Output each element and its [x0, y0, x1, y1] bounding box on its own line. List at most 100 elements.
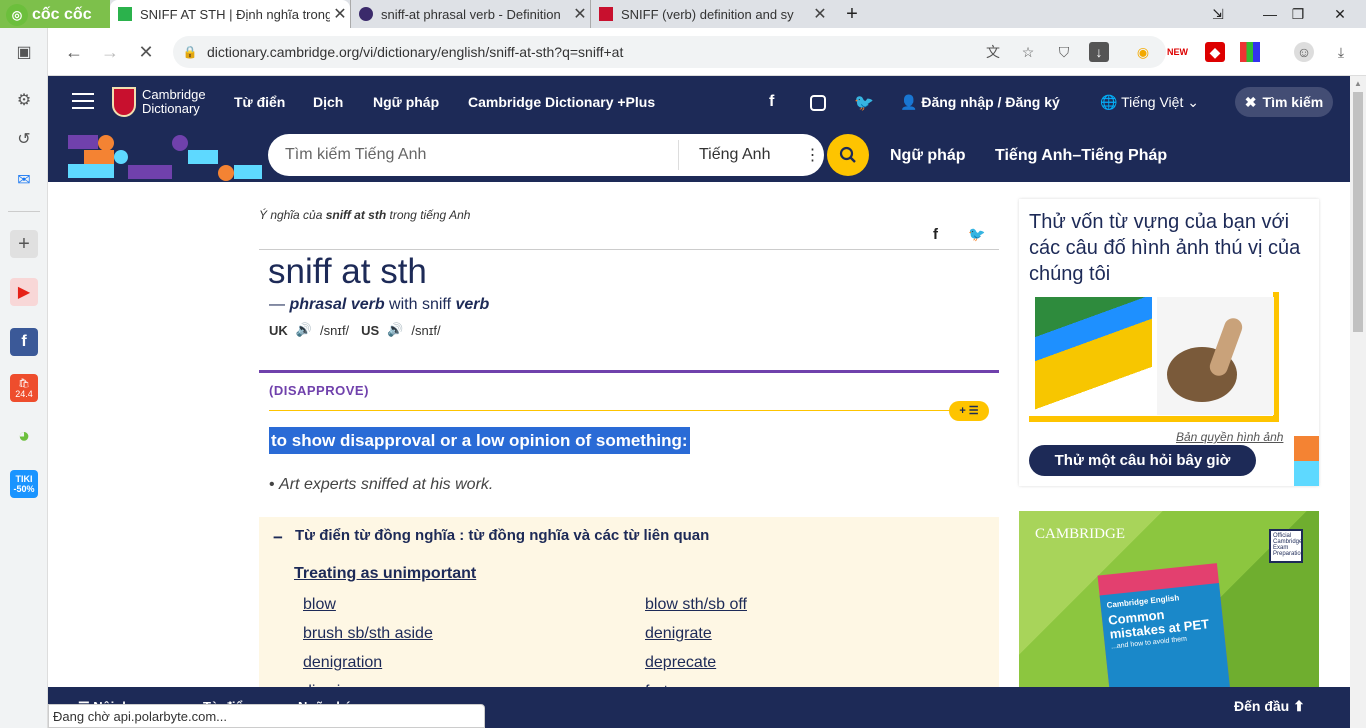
- meaning-breadcrumb: Ý nghĩa của sniff at sth trong tiếng Anh: [259, 208, 470, 222]
- browser-sidebar: ▣ ⚙ ↺ ✉ + ▶ f 🛍 24.4 ◕ TIKI -50%: [0, 28, 48, 728]
- sidebar-toggle-icon[interactable]: ▣: [10, 38, 38, 66]
- book-cover: Cambridge English Common mistakes at PET…: [1097, 563, 1231, 691]
- gear-icon[interactable]: ⚙: [10, 86, 38, 114]
- tab-3[interactable]: SNIFF (verb) definition and sy ✕: [590, 0, 830, 28]
- add-app-icon[interactable]: +: [10, 230, 38, 258]
- twitter-icon[interactable]: 🐦: [854, 93, 874, 113]
- tiki-icon[interactable]: TIKI -50%: [10, 470, 38, 498]
- image-credit-link[interactable]: Bản quyền hình ảnh: [1176, 430, 1283, 444]
- history-icon[interactable]: ↺: [10, 125, 38, 153]
- searchbar-grammar-link[interactable]: Ngữ pháp: [890, 147, 966, 165]
- uk-label: UK: [269, 322, 288, 338]
- red-extension-icon[interactable]: ◆: [1205, 42, 1225, 62]
- share-facebook-icon[interactable]: f: [933, 226, 938, 243]
- window-close-icon[interactable]: ✕: [1320, 0, 1360, 28]
- scroll-up-icon[interactable]: ▲: [1354, 79, 1362, 88]
- share-twitter-icon[interactable]: 🐦: [968, 226, 985, 243]
- thesaurus-word[interactable]: brush sb/sth aside: [303, 625, 433, 643]
- status-bar: Đang chờ api.polarbyte.com...: [48, 704, 485, 728]
- close-tab-icon[interactable]: ✕: [810, 4, 830, 24]
- thesaurus-word[interactable]: blow sth/sb off: [645, 596, 747, 614]
- nav-plus[interactable]: Cambridge Dictionary +Plus: [468, 94, 655, 110]
- close-icon: ✖: [1244, 93, 1257, 110]
- language-label: Tiếng Việt: [1121, 94, 1184, 110]
- back-icon[interactable]: ←: [62, 40, 86, 64]
- thesaurus-word[interactable]: denigration: [303, 654, 382, 672]
- meaning-prefix: Ý nghĩa của: [259, 208, 326, 222]
- shopee-icon[interactable]: 🛍 24.4: [10, 374, 38, 402]
- nav-grammar[interactable]: Ngữ pháp: [373, 94, 439, 110]
- new-tab-button[interactable]: +: [832, 0, 872, 28]
- download-page-icon[interactable]: ↓: [1089, 42, 1109, 62]
- url-text[interactable]: dictionary.cambridge.org/vi/dictionary/e…: [207, 44, 623, 60]
- language-selector[interactable]: 🌐 Tiếng Việt ⌄: [1100, 94, 1199, 111]
- facebook-icon[interactable]: f: [769, 93, 774, 111]
- cambridge-shield-icon: [112, 87, 136, 117]
- login-label: Đăng nhập / Đăng ký: [921, 94, 1060, 110]
- shield-icon[interactable]: ⛉: [1054, 42, 1074, 62]
- search-placeholder[interactable]: Tìm kiếm Tiếng Anh: [268, 146, 678, 164]
- login-link[interactable]: 👤 Đăng nhập / Đăng ký: [900, 94, 1060, 111]
- site-header: Cambridge Dictionary Từ điển Dịch Ngữ phá…: [48, 76, 1350, 129]
- search-toggle-button[interactable]: ✖ Tìm kiếm: [1235, 87, 1333, 117]
- logo-line1: Cambridge: [142, 87, 206, 102]
- coccoc-extension-icon[interactable]: ◉: [1133, 42, 1153, 62]
- cashback-icon[interactable]: ◕: [10, 422, 38, 450]
- uk-audio-icon[interactable]: 🔊: [296, 322, 312, 338]
- collapse-icon[interactable]: −: [273, 528, 283, 548]
- close-tab-icon[interactable]: ✕: [330, 4, 350, 24]
- tab-strip: ◎ cốc cốc SNIFF AT STH | Định nghĩa trong…: [0, 0, 1366, 28]
- snail-image: [1157, 297, 1274, 415]
- searchbar-english-french-link[interactable]: Tiếng Anh–Tiếng Pháp: [995, 147, 1167, 165]
- search-input[interactable]: Tìm kiếm Tiếng Anh Tiếng Anh ⋮: [268, 134, 824, 176]
- thesaurus-title: Từ điển từ đồng nghĩa : từ đồng nghĩa và…: [295, 527, 710, 544]
- tab-2[interactable]: sniff-at phrasal verb - Definition ✕: [350, 0, 590, 28]
- meaning-word: sniff at sth: [325, 208, 387, 222]
- thesaurus-word[interactable]: blow: [303, 596, 336, 614]
- tiki-badge: TIKI -50%: [13, 474, 35, 494]
- scroll-thumb[interactable]: [1353, 92, 1363, 332]
- browser-brand[interactable]: ◎ cốc cốc: [0, 0, 110, 28]
- try-quiz-button[interactable]: Thử một câu hỏi bây giờ: [1029, 445, 1256, 476]
- thesaurus-word[interactable]: deprecate: [645, 654, 716, 672]
- hamburger-menu-icon[interactable]: [72, 93, 94, 111]
- cambridge-logo[interactable]: Cambridge Dictionary: [112, 87, 206, 117]
- pronunciation: UK 🔊 /snɪf/ US 🔊 /snɪf/: [269, 322, 441, 338]
- quiz-image-frame[interactable]: [1029, 292, 1279, 422]
- guideword: (DISAPPROVE): [269, 383, 369, 398]
- youtube-icon[interactable]: ▶: [10, 278, 38, 306]
- nav-dictionary[interactable]: Từ điển: [234, 94, 285, 110]
- dictionary-select[interactable]: Tiếng Anh ⋮: [678, 140, 824, 170]
- close-tab-icon[interactable]: ✕: [570, 4, 590, 24]
- definition: to show disapproval or a low opinion of …: [269, 427, 690, 454]
- translate-icon[interactable]: 文: [983, 42, 1003, 62]
- tab-active[interactable]: SNIFF AT STH | Định nghĩa trong ✕: [110, 0, 350, 28]
- downloads-icon[interactable]: ⤓: [1331, 42, 1351, 62]
- restore-icon[interactable]: ❐: [1278, 0, 1318, 28]
- sense-divider: [269, 410, 957, 411]
- thesaurus-word[interactable]: denigrate: [645, 625, 712, 643]
- uk-ipa: /snɪf/: [319, 322, 350, 338]
- star-icon[interactable]: ☆: [1018, 42, 1038, 62]
- back-to-top-link[interactable]: Đến đầu ⬆: [1234, 698, 1305, 715]
- lock-icon: 🔒: [182, 45, 198, 59]
- avatar[interactable]: ☺: [1294, 42, 1314, 62]
- colorful-extension-icon[interactable]: [1240, 42, 1260, 62]
- instagram-icon[interactable]: [810, 95, 826, 111]
- scrollbar[interactable]: ▲: [1350, 76, 1366, 728]
- messenger-icon[interactable]: ✉: [10, 166, 38, 194]
- thesaurus-heading[interactable]: Treating as unimportant: [294, 565, 476, 583]
- facebook-icon[interactable]: f: [10, 328, 38, 356]
- forward-icon[interactable]: →: [98, 40, 122, 64]
- tab-search-icon[interactable]: ⇲: [1198, 0, 1238, 28]
- nav-translate[interactable]: Dịch: [313, 94, 343, 110]
- search-button[interactable]: [827, 134, 869, 176]
- us-audio-icon[interactable]: 🔊: [387, 322, 403, 338]
- new-extension-icon[interactable]: NEW: [1167, 42, 1188, 62]
- user-icon: 👤: [900, 94, 922, 110]
- stop-loading-icon[interactable]: ✕: [134, 40, 158, 64]
- sidebar-divider: [8, 211, 40, 212]
- example-text: Art experts sniffed at his work.: [279, 476, 494, 493]
- add-to-list-button[interactable]: + ☰: [949, 401, 989, 421]
- advertisement[interactable]: CAMBRIDGE Official Cambridge Exam Prepar…: [1019, 511, 1319, 691]
